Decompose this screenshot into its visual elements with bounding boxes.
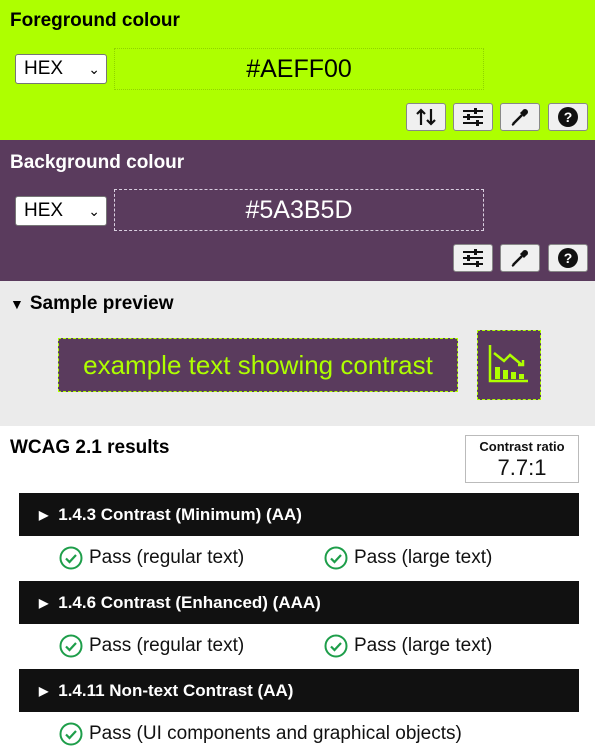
check-circle-icon xyxy=(59,546,83,570)
help-icon: ? xyxy=(557,106,579,128)
background-panel: Background colour HEX ⌄ #5A3B5D ? xyxy=(0,140,595,281)
pass-result-text: Pass (regular text) xyxy=(89,635,245,656)
chart-icon xyxy=(488,343,530,388)
help-icon: ? xyxy=(557,247,579,269)
triangle-right-icon: ▶ xyxy=(39,596,49,610)
background-sliders-button[interactable] xyxy=(453,244,493,272)
sample-graphic xyxy=(477,330,541,400)
background-eyedropper-button[interactable] xyxy=(500,244,540,272)
criterion-1-4-11-toggle[interactable]: ▶ 1.4.11 Non-text Contrast (AA) xyxy=(19,669,579,712)
pass-result: Pass (regular text) xyxy=(59,545,244,571)
check-circle-icon xyxy=(324,634,348,658)
pass-result: Pass (large text) xyxy=(324,633,492,659)
sliders-icon xyxy=(461,248,485,268)
pass-result-text: Pass (large text) xyxy=(354,635,493,656)
results-title: WCAG 2.1 results xyxy=(10,437,170,458)
eyedropper-icon xyxy=(510,107,530,127)
pass-result-text: Pass (large text) xyxy=(354,547,493,568)
foreground-title: Foreground colour xyxy=(10,10,180,31)
svg-text:?: ? xyxy=(564,250,573,266)
foreground-hex-input[interactable]: #AEFF00 xyxy=(114,48,484,90)
foreground-eyedropper-button[interactable] xyxy=(500,103,540,131)
chevron-down-icon: ⌄ xyxy=(88,203,100,219)
background-help-button[interactable]: ? xyxy=(548,244,588,272)
triangle-right-icon: ▶ xyxy=(39,508,49,522)
contrast-ratio-label: Contrast ratio xyxy=(479,439,565,454)
criterion-1-4-3-toggle[interactable]: ▶ 1.4.3 Contrast (Minimum) (AA) xyxy=(19,493,579,536)
background-format-value: HEX xyxy=(24,200,64,221)
foreground-format-value: HEX xyxy=(24,58,64,79)
sliders-icon xyxy=(461,107,485,127)
sample-text: example text showing contrast xyxy=(58,338,458,392)
check-circle-icon xyxy=(324,546,348,570)
swap-icon xyxy=(415,107,437,127)
check-circle-icon xyxy=(59,634,83,658)
pass-result: Pass (regular text) xyxy=(59,633,244,659)
criterion-label: 1.4.3 Contrast (Minimum) (AA) xyxy=(58,505,302,524)
eyedropper-icon xyxy=(510,248,530,268)
background-hex-input[interactable]: #5A3B5D xyxy=(114,189,484,231)
pass-result-text: Pass (regular text) xyxy=(89,547,245,568)
contrast-ratio-box: Contrast ratio 7.7:1 xyxy=(465,435,579,483)
check-circle-icon xyxy=(59,722,83,746)
foreground-format-select[interactable]: HEX ⌄ xyxy=(15,54,107,84)
background-title: Background colour xyxy=(10,152,185,173)
pass-result: Pass (UI components and graphical object… xyxy=(59,721,462,747)
background-format-select[interactable]: HEX ⌄ xyxy=(15,196,107,226)
sample-preview-toggle[interactable]: ▼ Sample preview xyxy=(10,293,173,315)
svg-text:?: ? xyxy=(564,109,573,125)
criterion-1-4-6-toggle[interactable]: ▶ 1.4.6 Contrast (Enhanced) (AAA) xyxy=(19,581,579,624)
foreground-panel: Foreground colour HEX ⌄ #AEFF00 ? xyxy=(0,0,595,140)
criterion-label: 1.4.6 Contrast (Enhanced) (AAA) xyxy=(58,593,321,612)
pass-result-text: Pass (UI components and graphical object… xyxy=(89,723,462,744)
triangle-right-icon: ▶ xyxy=(39,684,49,698)
foreground-sliders-button[interactable] xyxy=(453,103,493,131)
sample-preview-panel: ▼ Sample preview example text showing con… xyxy=(0,281,595,426)
swap-colours-button[interactable] xyxy=(406,103,446,131)
criterion-label: 1.4.11 Non-text Contrast (AA) xyxy=(58,681,294,700)
chevron-down-icon: ⌄ xyxy=(88,61,100,77)
triangle-down-icon: ▼ xyxy=(10,296,24,312)
foreground-help-button[interactable]: ? xyxy=(548,103,588,131)
sample-preview-title: Sample preview xyxy=(29,293,174,314)
pass-result: Pass (large text) xyxy=(324,545,492,571)
contrast-ratio-value: 7.7:1 xyxy=(497,455,547,480)
